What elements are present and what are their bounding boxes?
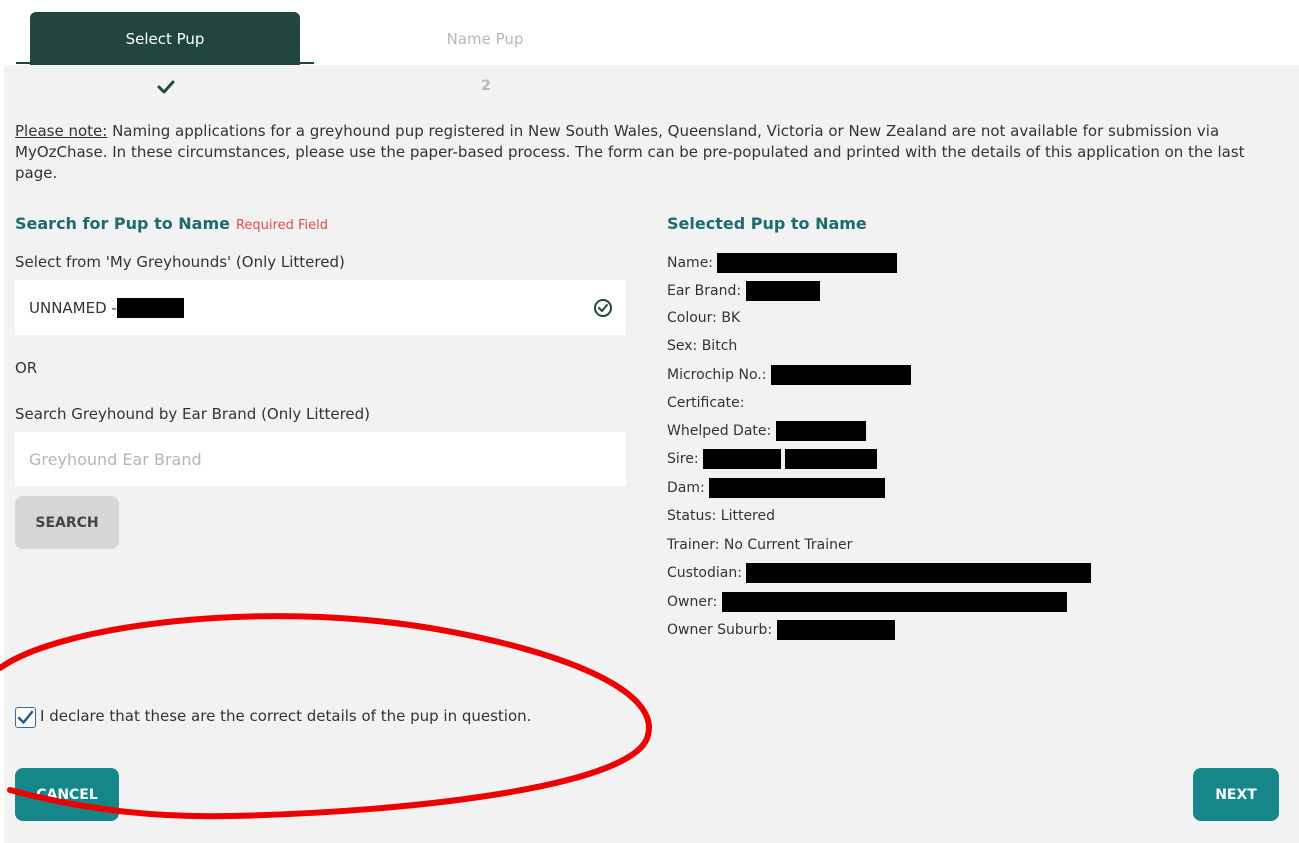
note-prefix: Please note: <box>15 122 108 140</box>
detail-status: Status: Littered <box>667 508 776 524</box>
selected-greyhound-value: UNNAMED - <box>29 298 117 317</box>
whelped-label: Whelped Date: <box>667 423 772 439</box>
detail-name: Name: <box>667 253 898 273</box>
sire-label: Sire: <box>667 451 699 467</box>
ear-brand-search-label: Search Greyhound by Ear Brand (Only Litt… <box>15 405 371 423</box>
check-circle-icon <box>594 299 612 317</box>
detail-custodian: Custodian: <box>667 563 1092 583</box>
next-button[interactable]: NEXT <box>1193 768 1279 821</box>
search-title-text: Search for Pup to Name <box>15 214 230 233</box>
tab-underline <box>16 62 314 64</box>
redacted-block <box>775 421 866 441</box>
name-label: Name: <box>667 255 714 271</box>
step-number-2: 2 <box>481 78 491 94</box>
step-complete-check-icon <box>157 80 175 94</box>
detail-microchip: Microchip No.: <box>667 365 911 385</box>
search-button[interactable]: SEARCH <box>15 496 119 549</box>
redacted-block <box>709 478 886 498</box>
custodian-label: Custodian: <box>667 565 742 581</box>
search-section-title: Search for Pup to Name Required Field <box>15 214 328 233</box>
ear-brand-input[interactable] <box>15 432 626 486</box>
redacted-block <box>776 620 895 640</box>
declaration-text: I declare that these are the correct det… <box>40 707 532 725</box>
microchip-label: Microchip No.: <box>667 367 767 383</box>
redacted-block <box>745 281 820 301</box>
cancel-button[interactable]: CANCEL <box>15 768 119 821</box>
redacted-block <box>770 365 911 385</box>
dam-label: Dam: <box>667 480 705 496</box>
detail-dam: Dam: <box>667 478 886 498</box>
tab-name-pup[interactable]: Name Pup <box>350 12 620 65</box>
detail-trainer: Trainer: No Current Trainer <box>667 537 853 553</box>
detail-ear-brand: Ear Brand: <box>667 281 820 301</box>
detail-whelped-date: Whelped Date: <box>667 421 866 441</box>
detail-sire: Sire: <box>667 449 878 469</box>
checkmark-icon <box>17 710 34 724</box>
please-note-text: Please note: Naming applications for a g… <box>15 121 1285 184</box>
redacted-block <box>717 253 898 273</box>
redacted-block <box>116 297 184 318</box>
declaration-checkbox[interactable] <box>15 707 36 728</box>
required-field-label: Required Field <box>235 218 328 233</box>
redacted-block <box>703 449 782 469</box>
redacted-block <box>721 592 1067 612</box>
detail-certificate: Certificate: <box>667 395 745 411</box>
ear-brand-label: Ear Brand: <box>667 283 742 299</box>
owner-label: Owner: <box>667 594 718 610</box>
detail-colour: Colour: BK <box>667 310 741 326</box>
detail-owner: Owner: <box>667 592 1067 612</box>
selected-pup-title: Selected Pup to Name <box>667 214 867 233</box>
tab-select-pup[interactable]: Select Pup <box>30 12 300 65</box>
detail-sex: Sex: Bitch <box>667 338 738 354</box>
redacted-block <box>785 449 878 469</box>
or-label: OR <box>15 359 38 377</box>
note-body: Naming applications for a greyhound pup … <box>15 122 1245 182</box>
detail-owner-suburb: Owner Suburb: <box>667 620 895 640</box>
redacted-block <box>746 563 1092 583</box>
select-greyhounds-label: Select from 'My Greyhounds' (Only Litter… <box>15 253 345 271</box>
owner-suburb-label: Owner Suburb: <box>667 622 773 638</box>
my-greyhounds-select[interactable]: UNNAMED - <box>15 280 626 335</box>
